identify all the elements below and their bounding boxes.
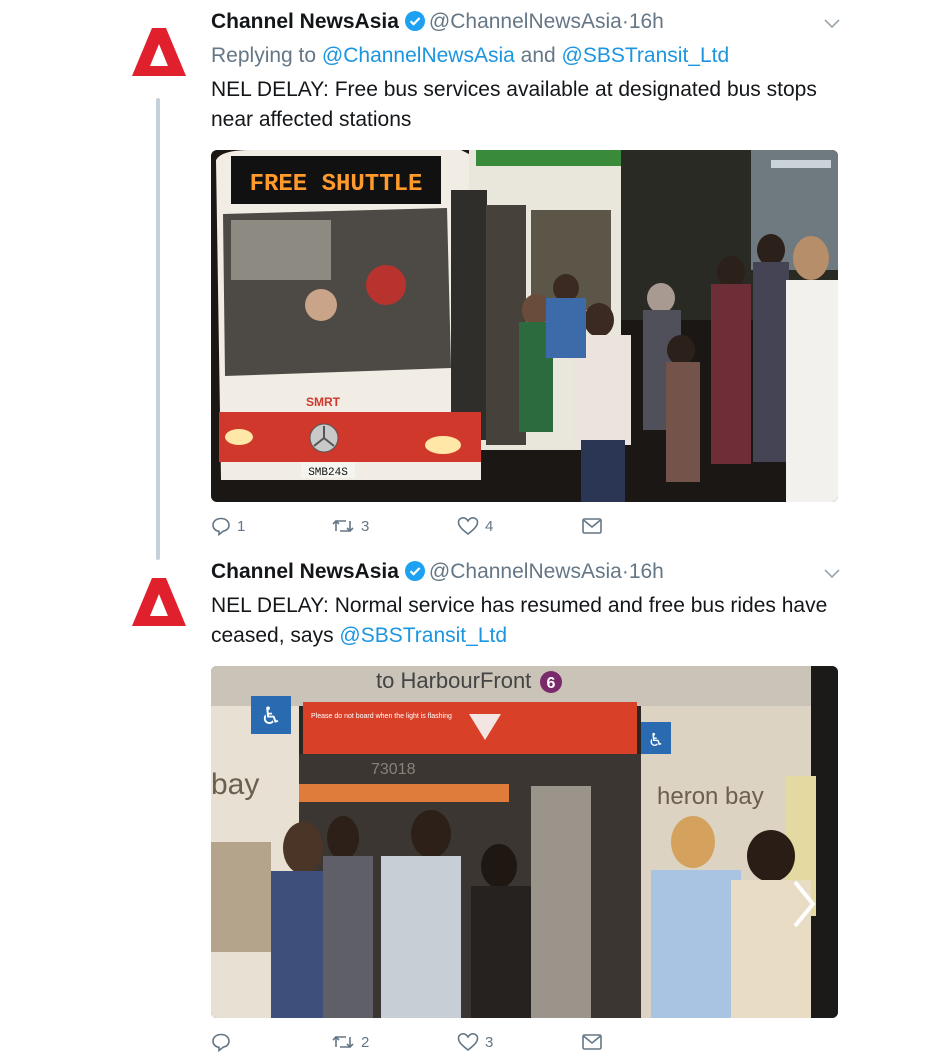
tweet-text-body: NEL DELAY: Normal service has resumed an… [211,594,828,647]
cna-logo-icon[interactable] [132,576,188,628]
warning-text: Please do not board when the light is fl… [311,713,452,720]
chevron-down-icon[interactable] [822,566,842,585]
like-icon [457,1032,479,1052]
mention-link[interactable]: @SBSTransit_Ltd [562,44,730,67]
tweet-photo[interactable]: FREE SHUTTLE SMRT SMB24S [211,150,838,502]
separator-dot: · [621,560,629,583]
retweet-icon [331,1032,355,1052]
reply-button[interactable] [211,1032,237,1052]
tweet-actions: 1 3 4 [211,516,631,542]
replying-to: Replying to @ChannelNewsAsia and @SBSTra… [211,44,729,68]
svg-text:♿: ♿ [648,730,664,750]
verified-icon [404,11,425,37]
reply-count: 1 [237,517,246,535]
ad-text-right: heron bay [657,783,764,810]
reply-icon [211,1032,231,1052]
tweet-header: Channel NewsAsia @ChannelNewsAsia·16h [211,560,664,587]
author-handle[interactable]: @ChannelNewsAsia [429,560,622,583]
like-icon [457,516,479,536]
retweet-count: 2 [361,1033,370,1051]
retweet-button[interactable]: 2 [331,1032,369,1052]
like-button[interactable]: 3 [457,1032,493,1052]
bus-brand: SMRT [306,395,341,409]
like-count: 4 [485,517,494,535]
retweet-button[interactable]: 3 [331,516,369,536]
author-handle[interactable]: @ChannelNewsAsia [429,10,622,33]
author-name[interactable]: Channel NewsAsia [211,560,399,583]
tweet-header: Channel NewsAsia @ChannelNewsAsia·16h [211,10,664,37]
tweet-actions: 2 3 [211,1032,631,1058]
destination-sign: FREE SHUTTLE [250,171,423,198]
tweet-text: NEL DELAY: Free bus services available a… [211,78,817,131]
direct-message-button[interactable] [581,516,603,536]
like-count: 3 [485,1033,494,1051]
timestamp[interactable]: 16h [629,10,664,33]
station-sign: to HarbourFront [376,668,531,693]
direct-message-button[interactable] [581,1032,603,1052]
reply-icon [211,516,231,536]
retweet-icon [331,516,355,536]
separator-dot: · [621,10,629,33]
mention-link[interactable]: @SBSTransit_Ltd [339,624,507,647]
dm-icon [581,1032,603,1052]
author-name[interactable]: Channel NewsAsia [211,10,399,33]
train-number: 73018 [371,761,416,778]
reply-button[interactable]: 1 [211,516,245,536]
replying-and: and [514,44,562,67]
verified-icon [404,561,425,587]
tweet-text: NEL DELAY: Normal service has resumed an… [211,591,831,651]
ad-text-left: bay [211,768,259,801]
next-image-icon[interactable] [790,876,818,937]
like-button[interactable]: 4 [457,516,493,536]
platform-number: 6 [547,675,556,692]
cna-logo-icon[interactable] [132,26,188,78]
license-plate: SMB24S [308,467,348,479]
replying-prefix: Replying to [211,44,322,67]
chevron-down-icon[interactable] [822,16,842,35]
tweet-photo[interactable]: to HarbourFront 6 ♿ ♿ Please do not boar… [211,666,838,1018]
timestamp[interactable]: 16h [629,560,664,583]
dm-icon [581,516,603,536]
mention-link[interactable]: @ChannelNewsAsia [322,44,515,67]
thread-line [156,98,160,560]
svg-text:♿: ♿ [260,703,282,730]
retweet-count: 3 [361,517,370,535]
